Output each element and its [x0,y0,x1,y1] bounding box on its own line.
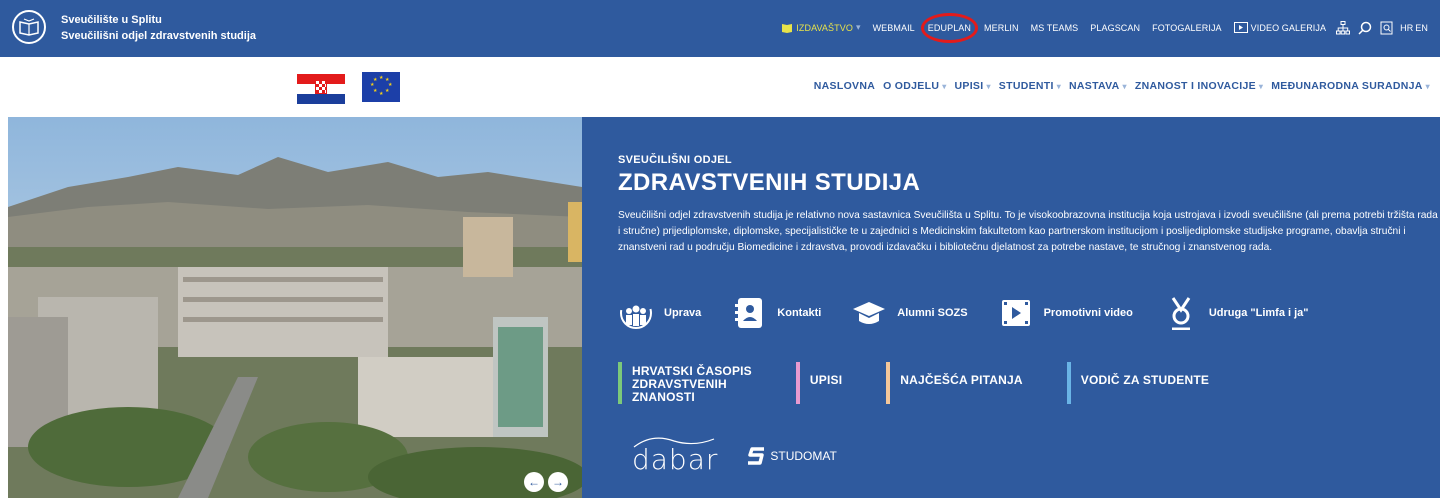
studomat-label: STUDOMAT [770,448,837,463]
menu-label: O ODJELU [883,80,940,92]
top-bar: Sveučilište u Splitu Sveučilišni odjel z… [0,0,1440,57]
menu-nastava[interactable]: NASTAVA ▾ [1065,80,1131,92]
chevron-down-icon: ▾ [1258,82,1264,91]
arrow-left-icon[interactable]: ← [524,472,544,492]
dabar-swoosh-icon [633,437,715,448]
quick-link-uprava[interactable]: Uprava [618,295,701,331]
utility-nav: IZDAVAŠTVO ▾ WEBMAIL EDUPLAN MERLIN MS T… [775,12,1428,43]
hero-title: ZDRAVSTVENIH STUDIJA [618,169,921,196]
menu-label: UPISI [954,80,984,92]
university-logo[interactable] [12,10,46,44]
search-icon[interactable] [1354,19,1376,37]
hero-campus-photo [8,117,582,498]
svg-text:★: ★ [379,91,384,97]
category-accent-bar [1066,362,1071,404]
topnav-plagscan[interactable]: PLAGSCAN [1084,19,1146,37]
slider-controls: ← → [524,472,568,492]
quick-link-label: Uprava [664,307,702,319]
people-icon [618,295,654,331]
eu-flag-icon[interactable]: ★ ★ ★ ★ ★ ★ ★ ★ [362,72,400,102]
topnav-fotogalerija[interactable]: FOTOGALERIJA [1146,19,1228,37]
category-label: VODIČ ZA STUDENTE [1080,373,1210,387]
ribbon-icon [1163,295,1199,331]
category-accent-bar [886,362,891,404]
quick-links: Uprava Kontakti Alumni SOZS Promotivni v… [618,295,1339,331]
lang-hr[interactable]: HR [1398,19,1415,37]
quick-link-kontakti[interactable]: Kontakti [731,295,821,331]
menu-o-odjelu[interactable]: O ODJELU ▾ [879,80,950,92]
category-links: HRVATSKI ČASOPIS ZDRAVSTVENIH ZNANOSTI U… [618,362,1253,404]
chevron-down-icon: ▾ [986,82,991,91]
menu-naslovna[interactable]: NASLOVNA [810,80,879,92]
topnav-label: IZDAVAŠTVO [796,22,853,33]
hero-panel: SVEUČILIŠNI ODJEL ZDRAVSTVENIH STUDIJA S… [582,117,1440,498]
topnav-merlin[interactable]: MERLIN [978,19,1025,37]
book-icon [19,18,39,36]
category-label: UPISI [809,373,843,387]
site-brand[interactable]: Sveučilište u Splitu Sveučilišni odjel z… [61,12,256,44]
chevron-down-icon: ▾ [1425,82,1430,91]
sitemap-icon[interactable] [1332,19,1354,37]
category-accent-bar [618,362,622,404]
contacts-icon [731,295,767,331]
category-vodic[interactable]: VODIČ ZA STUDENTE [1066,362,1210,404]
svg-text:★: ★ [373,88,378,94]
quick-link-label: Promotivni video [1043,307,1133,319]
book-icon [782,24,793,33]
topnav-label: VIDEO GALERIJA [1250,22,1327,33]
quick-link-udruga[interactable]: Udruga "Limfa i ja" [1163,295,1309,331]
quick-link-label: Alumni SOZS [897,307,968,319]
topnav-video-galerija[interactable]: VIDEO GALERIJA [1228,18,1332,37]
svg-text:★: ★ [379,75,384,81]
svg-text:★: ★ [385,88,390,94]
chevron-down-icon: ▾ [1122,82,1127,91]
topnav-izdavastvo[interactable]: IZDAVAŠTVO ▾ [775,18,866,37]
quick-link-promotivni-video[interactable]: Promotivni video [998,295,1133,331]
studomat-s-icon [748,446,765,465]
category-accent-bar [795,362,800,404]
chevron-down-icon: ▾ [942,82,947,91]
category-hcjz[interactable]: HRVATSKI ČASOPIS ZDRAVSTVENIH ZNANOSTI [618,362,752,404]
menu-upisi[interactable]: UPISI ▾ [951,80,995,92]
dabar-logo[interactable]: dabar [632,435,718,476]
quick-link-label: Kontakti [777,307,822,319]
brand-line-2: Sveučilišni odjel zdravstvenih studija [61,30,257,42]
partner-links: dabar STUDOMAT [632,435,837,476]
video-icon [1233,22,1248,33]
quick-link-alumni[interactable]: Alumni SOZS [851,295,968,331]
main-nav-bar: ★ ★ ★ ★ ★ ★ ★ ★ NASLOVNA O ODJELU ▾ UPISI ▾ STUD… [0,57,1440,117]
menu-znanost[interactable]: ZNANOST I INOVACIJE ▾ [1131,80,1267,92]
chevron-down-icon: ▾ [855,22,861,32]
document-search-icon[interactable] [1376,19,1398,37]
chevron-down-icon: ▾ [1056,82,1062,91]
topnav-ms-teams[interactable]: MS TEAMS [1025,19,1085,37]
arrow-right-icon[interactable]: → [548,472,568,492]
lang-en[interactable]: EN [1415,19,1428,37]
category-upisi[interactable]: UPISI [795,362,843,404]
quick-link-label: Udruga "Limfa i ja" [1208,307,1309,319]
film-icon [998,295,1034,331]
category-label: NAJČEŠĆA PITANJA [900,373,1023,387]
hero-kicker: SVEUČILIŠNI ODJEL [618,154,732,166]
croatian-flag-icon[interactable] [297,74,345,104]
svg-text:★: ★ [373,77,378,83]
primary-menu: NASLOVNA O ODJELU ▾ UPISI ▾ STUDENTI ▾ NAST… [810,80,1434,92]
menu-studenti[interactable]: STUDENTI ▾ [995,80,1065,92]
menu-medunarodna[interactable]: MEĐUNARODNA SURADNJA ▾ [1267,80,1434,92]
menu-label: MEĐUNARODNA SURADNJA [1271,80,1423,92]
menu-label: STUDENTI [998,80,1054,92]
menu-label: ZNANOST I INOVACIJE [1134,80,1256,92]
menu-label: NASTAVA [1069,80,1120,92]
topnav-webmail[interactable]: WEBMAIL [867,19,921,37]
graduation-cap-icon [851,295,887,331]
topnav-eduplan[interactable]: EDUPLAN [920,12,979,43]
hero-description: Sveučilišni odjel zdravstvenih studija j… [618,210,1438,253]
category-label: HRVATSKI ČASOPIS ZDRAVSTVENIH ZNANOSTI [632,364,752,404]
studomat-link[interactable]: STUDOMAT [748,446,837,466]
brand-line-1: Sveučilište u Splitu [61,14,162,26]
category-najcesca-pitanja[interactable]: NAJČEŠĆA PITANJA [886,362,1023,404]
